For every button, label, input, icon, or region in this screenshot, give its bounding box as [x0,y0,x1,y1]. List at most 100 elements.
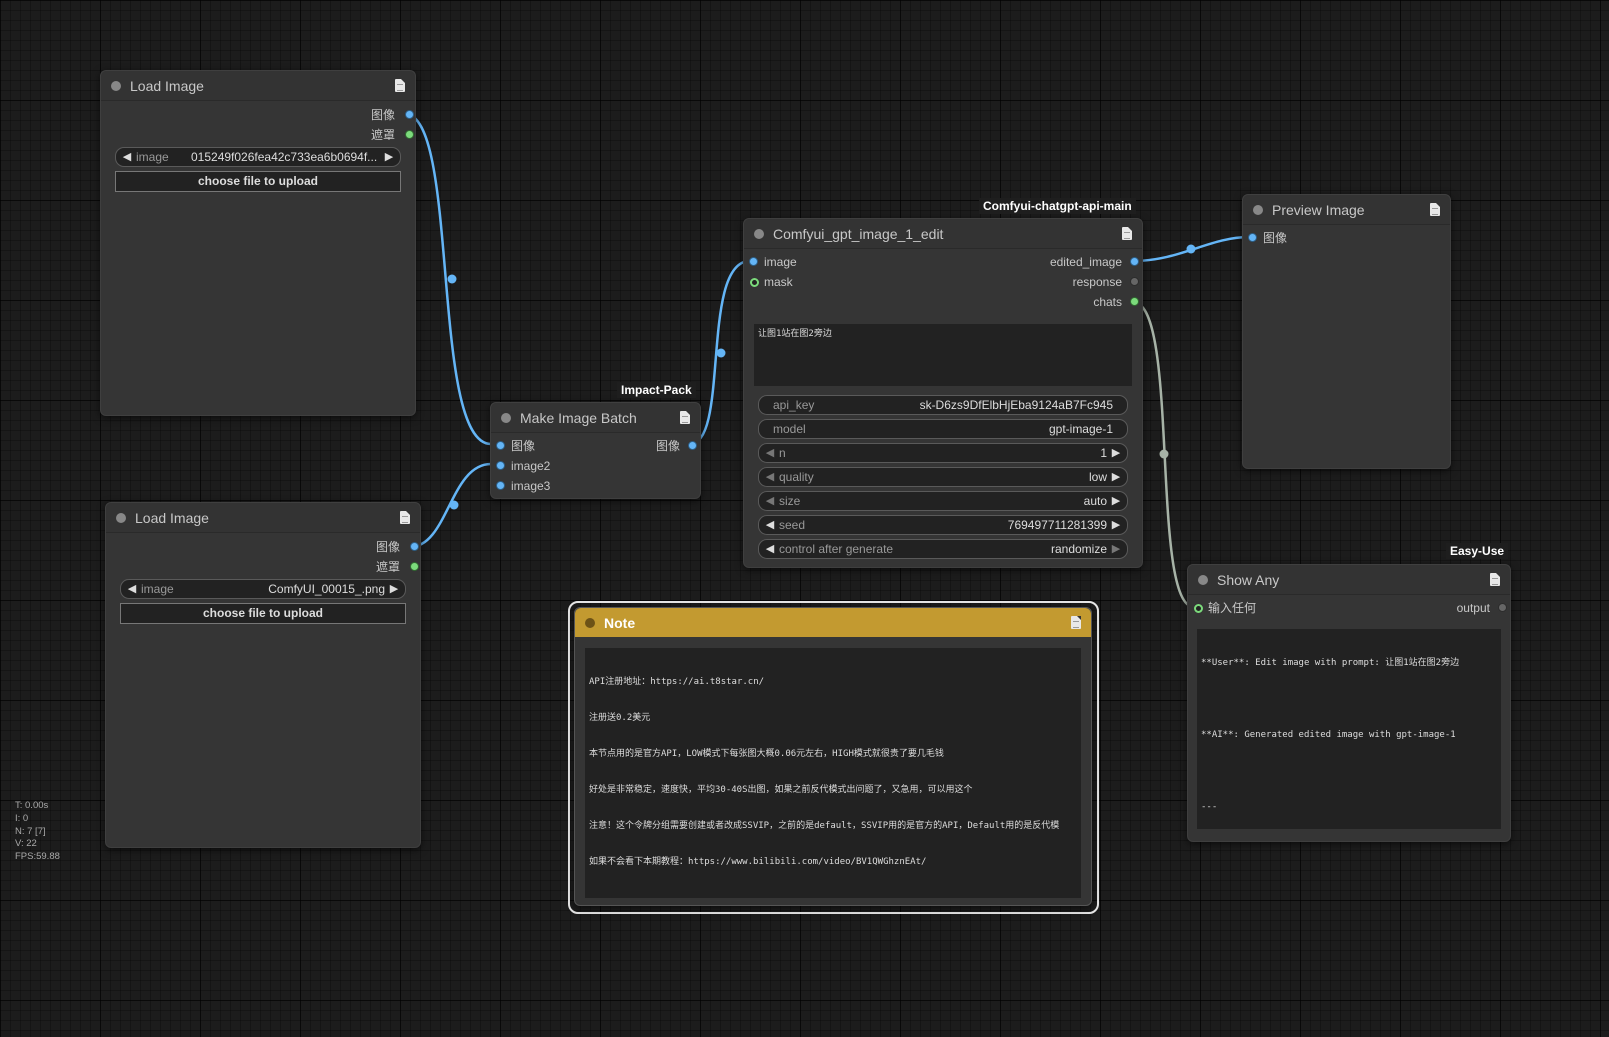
widget-label: api_key [773,398,815,412]
output-mask-dot[interactable] [406,131,413,138]
document-icon[interactable] [680,411,690,424]
widget-label: quality [779,470,814,484]
output-edited-image-dot[interactable] [1131,258,1138,265]
upload-button[interactable]: choose file to upload [115,171,401,192]
seed-stepper[interactable]: ◀ seed 769497711281399 ▶ [758,515,1128,535]
output-slot-label: 图像 [655,439,680,453]
image-select-widget[interactable]: ◀ image 015249f026fea42c733ea6b0694f... … [115,147,401,167]
input-any-dot[interactable] [1194,604,1203,613]
document-icon[interactable] [1490,573,1500,586]
collapse-dot-icon[interactable] [1198,575,1208,585]
collapse-dot-icon[interactable] [501,413,511,423]
widget-value: sk-D6zs9DfElbHjEba9124aB7Fc945 [919,398,1113,412]
node-title: Comfyui_gpt_image_1_edit [773,226,944,242]
widget-label: image [141,582,174,596]
link-midpoint[interactable] [447,274,457,284]
link-load1-to-batch [404,112,492,446]
node-title-bar[interactable]: Preview Image [1243,195,1450,225]
api-key-field[interactable]: api_key sk-D6zs9DfElbHjEba9124aB7Fc945 [758,395,1128,415]
node-title-bar[interactable]: Load Image [101,71,415,101]
node-title: Load Image [135,510,209,526]
widget-value: gpt-image-1 [1048,422,1113,436]
control-after-generate-select[interactable]: ◀ control after generate randomize ▶ [758,539,1128,559]
link-midpoint[interactable] [449,500,459,510]
make-image-batch-node[interactable]: Make Image Batch 图像 image2 image3 图像 [490,402,701,499]
node-title-bar[interactable]: Show Any [1188,565,1510,595]
widget-value: 1 [1100,446,1107,460]
output-mask-dot[interactable] [411,563,418,570]
node-title-bar[interactable]: Load Image [106,503,420,533]
model-field[interactable]: model gpt-image-1 [758,419,1128,439]
arrow-left-icon[interactable]: ◀ [763,492,777,510]
widget-value: 769497711281399 [1007,518,1107,532]
text-line: 如果不会看下本期教程：https://www.bilibili.com/vide… [589,857,927,867]
widget-label: image [136,150,169,164]
node-title: Show Any [1217,572,1280,588]
arrow-right-icon[interactable]: ▶ [382,148,396,166]
text-line: 本节点用的是官方API，LOW模式下每张图大概0.06元左右，HIGH模式就很贵… [589,749,944,759]
image-select-widget[interactable]: ◀ image ComfyUI_00015_.png ▶ [120,579,406,599]
output-dot[interactable] [1499,604,1506,611]
arrow-right-icon[interactable]: ▶ [1109,516,1123,534]
show-any-node[interactable]: Show Any 输入任何 output **User**: Edit imag… [1187,564,1511,842]
document-icon[interactable] [395,79,405,92]
load-image-node-1[interactable]: Load Image 图像 遮罩 ◀ image 015249f026fea42… [100,70,416,416]
input-image-dot[interactable] [1249,234,1256,241]
input-slot-label: image3 [511,479,551,493]
link-midpoint[interactable] [1159,449,1169,459]
preview-image-node[interactable]: Preview Image 图像 [1242,194,1451,469]
node-title-bar[interactable]: Make Image Batch [491,403,700,433]
collapse-dot-icon[interactable] [754,229,764,239]
arrow-right-icon[interactable]: ▶ [1109,444,1123,462]
arrow-right-icon[interactable]: ▶ [1109,492,1123,510]
arrow-left-icon[interactable]: ◀ [763,444,777,462]
input-image3-dot[interactable] [497,482,504,489]
n-stepper[interactable]: ◀ n 1 ▶ [758,443,1128,463]
gpt-image-edit-node[interactable]: Comfyui_gpt_image_1_edit image mask edit… [743,218,1143,568]
input-image-dot[interactable] [497,442,504,449]
arrow-left-icon[interactable]: ◀ [763,516,777,534]
input-image-dot[interactable] [750,258,757,265]
output-slot-label: 图像 [375,540,400,554]
upload-button[interactable]: choose file to upload [120,603,406,624]
link-load2-to-batch [409,462,492,549]
node-title-bar[interactable]: Comfyui_gpt_image_1_edit [744,219,1142,249]
output-slot-label: response [1072,275,1122,289]
output-chats-dot[interactable] [1131,298,1138,305]
document-icon[interactable] [1122,227,1132,240]
size-select[interactable]: ◀ size auto ▶ [758,491,1128,511]
input-mask-dot[interactable] [750,278,759,287]
collapse-dot-icon[interactable] [1253,205,1263,215]
output-image-dot[interactable] [406,111,413,118]
input-image2-dot[interactable] [497,462,504,469]
arrow-left-icon[interactable]: ◀ [120,148,134,166]
document-icon[interactable] [400,511,410,524]
load-image-node-2[interactable]: Load Image 图像 遮罩 ◀ image ComfyUI_00015_.… [105,502,421,848]
link-midpoint[interactable] [716,348,726,358]
text-line: API注册地址：https://ai.t8star.cn/ [589,677,765,687]
arrow-right-icon[interactable]: ▶ [1109,468,1123,486]
show-any-text[interactable]: **User**: Edit image with prompt: 让图1站在图… [1197,629,1501,829]
quality-select[interactable]: ◀ quality low ▶ [758,467,1128,487]
link-midpoint[interactable] [1186,244,1196,254]
output-response-dot[interactable] [1131,278,1138,285]
collapse-dot-icon[interactable] [116,513,126,523]
arrow-left-icon[interactable]: ◀ [125,580,139,598]
collapse-dot-icon[interactable] [585,618,595,628]
document-icon[interactable] [1430,203,1440,216]
arrow-right-icon[interactable]: ▶ [1109,540,1123,558]
note-textarea[interactable]: API注册地址：https://ai.t8star.cn/ 注册送0.2美元 本… [585,648,1081,898]
input-slot-label: 输入任何 [1208,601,1257,615]
pack-label: Comfyui-chatgpt-api-main [979,198,1136,214]
collapse-dot-icon[interactable] [111,81,121,91]
prompt-textarea[interactable]: 让图1站在图2旁边 [754,324,1132,386]
output-image-dot[interactable] [411,543,418,550]
arrow-left-icon[interactable]: ◀ [763,540,777,558]
note-node[interactable]: Note API注册地址：https://ai.t8star.cn/ 注册送0.… [574,607,1092,906]
output-image-dot[interactable] [689,442,696,449]
node-title-bar[interactable]: Note [575,608,1091,637]
document-icon[interactable] [1071,616,1081,629]
text-line [1201,693,1497,705]
arrow-right-icon[interactable]: ▶ [387,580,401,598]
arrow-left-icon[interactable]: ◀ [763,468,777,486]
